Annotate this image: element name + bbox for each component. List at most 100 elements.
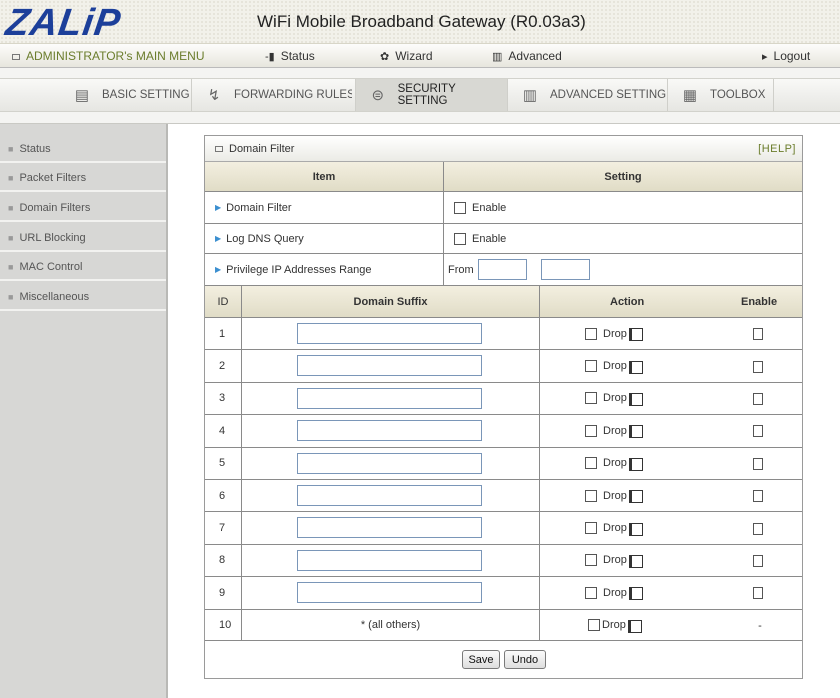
drop-checkbox[interactable] [585, 457, 597, 470]
sidebar-item-domain-filters[interactable]: ■ Domain Filters [0, 195, 166, 222]
domain-suffix-input[interactable] [297, 582, 482, 604]
advanced-setting-icon: ▥ [522, 87, 538, 104]
sidebar-item-packet-filters[interactable]: ■ Packet Filters [0, 165, 166, 192]
menu-status[interactable]: -▮ Status [265, 49, 315, 63]
arrow-right-icon: ▶ [215, 234, 222, 243]
enable-checkbox[interactable] [753, 490, 763, 503]
admin-main-menu[interactable]: ADMINISTRATOR's MAIN MENU [12, 49, 205, 63]
col-domain-suffix-header: Domain Suffix [242, 286, 540, 318]
header: ZALiP WiFi Mobile Broadband Gateway (R0.… [0, 0, 840, 44]
enable-checkbox[interactable] [753, 425, 763, 438]
enable-checkbox[interactable] [753, 554, 763, 567]
enable-cell [753, 318, 769, 350]
sidebar-item-label: Status [19, 142, 51, 155]
enable-checkbox[interactable] [753, 360, 763, 373]
undo-button[interactable]: Undo [504, 650, 546, 669]
drop-label: Drop [603, 360, 627, 373]
enable-checkbox[interactable] [753, 392, 763, 405]
status-icon: -▮ [265, 51, 275, 63]
tab-forwarding-rules[interactable]: ↯ FORWARDING RULES [192, 79, 356, 111]
sidebar-item-status[interactable]: ■ Status [0, 136, 166, 163]
enable-checkbox[interactable] [753, 457, 763, 470]
drop-checkbox[interactable] [588, 619, 600, 631]
panel-header: Domain Filter [HELP] [205, 136, 802, 162]
sidebar-item-label: Packet Filters [19, 171, 87, 184]
row-id: 3 [205, 382, 242, 416]
row-id: 9 [205, 577, 242, 610]
domain-suffix-input[interactable] [297, 387, 482, 409]
row-label: Domain Filter [226, 201, 292, 214]
tab-strip: ▤ BASIC SETTING ↯ FORWARDING RULES ⊜ SECURI… [0, 68, 840, 124]
col-item-header: Item [205, 162, 444, 192]
tab-advanced-setting[interactable]: ▥ ADVANCED SETTING [508, 79, 668, 111]
tab-label: FORWARDING RULES [234, 89, 352, 101]
advanced-icon: ▥ [492, 51, 503, 63]
drop-icon [628, 554, 643, 568]
bullet-icon: ■ [8, 261, 14, 272]
log-dns-row-label: ▶ Log DNS Query [205, 224, 444, 254]
save-button[interactable]: Save [462, 650, 500, 669]
domain-filter-enable-checkbox[interactable] [454, 201, 466, 214]
domain-filter-row-label: ▶ Domain Filter [205, 192, 444, 224]
arrow-right-icon: ▶ [215, 203, 222, 212]
drop-checkbox[interactable] [585, 327, 597, 340]
log-dns-enable-checkbox[interactable] [454, 232, 466, 245]
row-id: 7 [205, 512, 242, 545]
enable-checkbox[interactable] [753, 587, 763, 600]
tab-toolbox[interactable]: ▦ TOOLBOX [668, 79, 774, 111]
menu-advanced[interactable]: ▥ Advanced [492, 49, 562, 63]
sidebar-item-miscellaneous[interactable]: ■ Miscellaneous [0, 284, 166, 311]
drop-label: Drop [603, 489, 627, 502]
sidebar-item-mac-control[interactable]: ■ MAC Control [0, 254, 166, 281]
toolbox-icon: ▦ [682, 87, 698, 104]
drop-checkbox[interactable] [585, 392, 597, 405]
enable-checkbox[interactable] [753, 328, 763, 341]
help-link[interactable]: [HELP] [758, 143, 796, 155]
drop-checkbox[interactable] [585, 489, 597, 502]
drop-icon [628, 587, 643, 601]
menu-wizard[interactable]: ✿ Wizard [380, 49, 433, 63]
ip-range-from-input[interactable] [478, 259, 527, 280]
drop-icon [627, 619, 642, 633]
bullet-icon: ■ [8, 202, 14, 213]
row-id: 8 [205, 544, 242, 578]
drop-label: Drop [603, 457, 627, 470]
sidebar: ■ Status ■ Packet Filters ■ Domain Filters … [0, 124, 168, 698]
domain-suffix-input[interactable] [297, 323, 482, 344]
domain-suffix-input[interactable] [297, 517, 482, 539]
menu-logout[interactable]: ▸ Logout [762, 49, 810, 63]
drop-checkbox[interactable] [585, 522, 597, 535]
menu-logout-label: Logout [773, 49, 811, 63]
panel-title-text: Domain Filter [229, 143, 295, 155]
ip-range-to-input[interactable] [541, 259, 590, 280]
arrow-right-icon: ▶ [215, 265, 222, 274]
bullet-icon: ■ [8, 291, 14, 302]
domain-suffix-input[interactable] [297, 485, 482, 506]
bullet-icon: ■ [8, 143, 14, 154]
enable-checkbox[interactable] [753, 522, 763, 535]
domain-suffix-input[interactable] [297, 549, 482, 571]
row-id: 1 [205, 318, 242, 351]
drop-label: Drop [602, 619, 626, 631]
sidebar-item-label: Domain Filters [19, 201, 91, 214]
tab-basic-setting[interactable]: ▤ BASIC SETTING [60, 79, 192, 111]
drop-checkbox[interactable] [585, 424, 597, 437]
drop-icon [628, 360, 643, 374]
domain-suffix-input[interactable] [297, 355, 482, 377]
domain-filter-setting: Enable [444, 192, 802, 224]
drop-label: Drop [603, 522, 627, 535]
domain-suffix-input[interactable] [297, 420, 482, 442]
tab-label: ADVANCED SETTING [550, 89, 667, 101]
row-id: 5 [205, 447, 242, 480]
menu-status-label: Status [280, 49, 315, 63]
tab-security-setting[interactable]: ⊜ SECURITY SETTING [356, 79, 508, 111]
domain-suffix-input[interactable] [297, 452, 482, 474]
drop-checkbox[interactable] [585, 360, 597, 373]
drop-icon [628, 522, 643, 536]
page-title: WiFi Mobile Broadband Gateway (R0.03a3) [257, 12, 586, 31]
drop-checkbox[interactable] [585, 554, 597, 567]
tab-label: BASIC SETTING [102, 89, 190, 101]
sidebar-item-url-blocking[interactable]: ■ URL Blocking [0, 225, 166, 252]
checkbox-label: Enable [472, 201, 507, 214]
drop-checkbox[interactable] [585, 586, 597, 599]
